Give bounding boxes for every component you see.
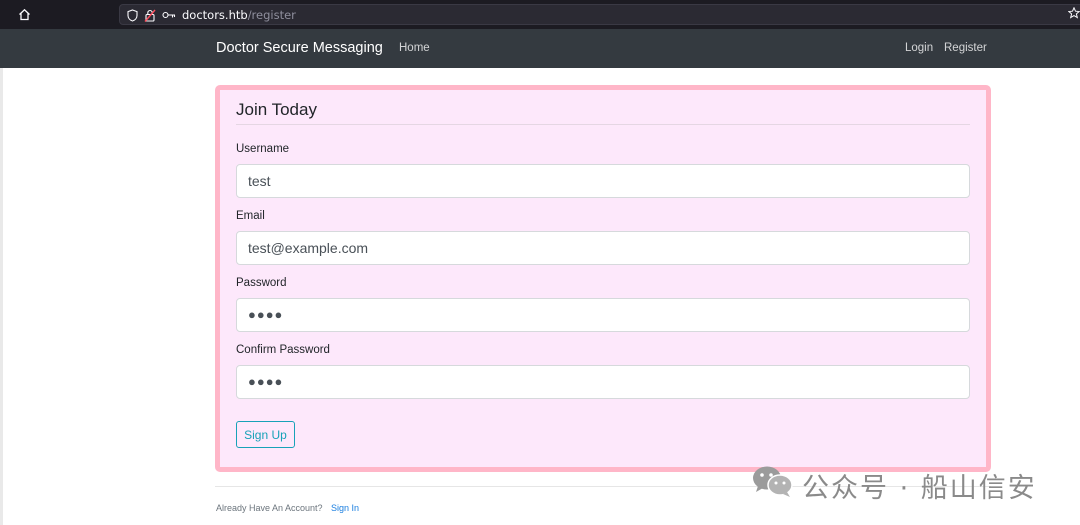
home-icon[interactable] — [14, 5, 34, 23]
email-label: Email — [236, 210, 265, 222]
register-form-card — [215, 85, 991, 472]
watermark-text: 公众号 · 船山信安 — [802, 473, 1037, 504]
brand-link[interactable]: Doctor Secure Messaging — [216, 40, 383, 56]
bookmark-star-icon[interactable] — [1067, 6, 1080, 20]
sign-in-link[interactable]: Sign In — [331, 503, 359, 513]
key-icon[interactable] — [162, 8, 176, 22]
username-label: Username — [236, 143, 290, 155]
username-input[interactable] — [236, 164, 970, 198]
nav-home-link[interactable]: Home — [399, 42, 430, 54]
sign-up-button[interactable]: Sign Up — [236, 421, 295, 448]
shield-icon[interactable] — [125, 8, 139, 22]
confirm-password-input[interactable] — [236, 365, 970, 399]
email-input[interactable] — [236, 231, 970, 265]
already-account-text: Already Have An Account? — [216, 503, 323, 513]
form-legend: Join Today — [236, 100, 317, 119]
nav-register-link[interactable]: Register — [944, 42, 987, 54]
insecure-lock-icon[interactable] — [143, 8, 157, 22]
site-navbar: Doctor Secure Messaging Home Login Regis… — [0, 29, 1080, 68]
password-label: Password — [236, 277, 287, 289]
url-host: doctors.htb — [182, 8, 248, 22]
nav-login-link[interactable]: Login — [905, 42, 933, 54]
page-edge-divider — [0, 68, 3, 525]
url-bar[interactable]: doctors.htb/register — [119, 4, 1080, 25]
wechat-icon — [752, 464, 794, 498]
confirm-password-label: Confirm Password — [236, 344, 330, 356]
password-input[interactable] — [236, 298, 970, 332]
browser-toolbar: doctors.htb/register — [0, 0, 1080, 29]
legend-divider — [236, 124, 970, 125]
url-text[interactable]: doctors.htb/register — [182, 8, 296, 22]
url-path: /register — [247, 8, 296, 22]
